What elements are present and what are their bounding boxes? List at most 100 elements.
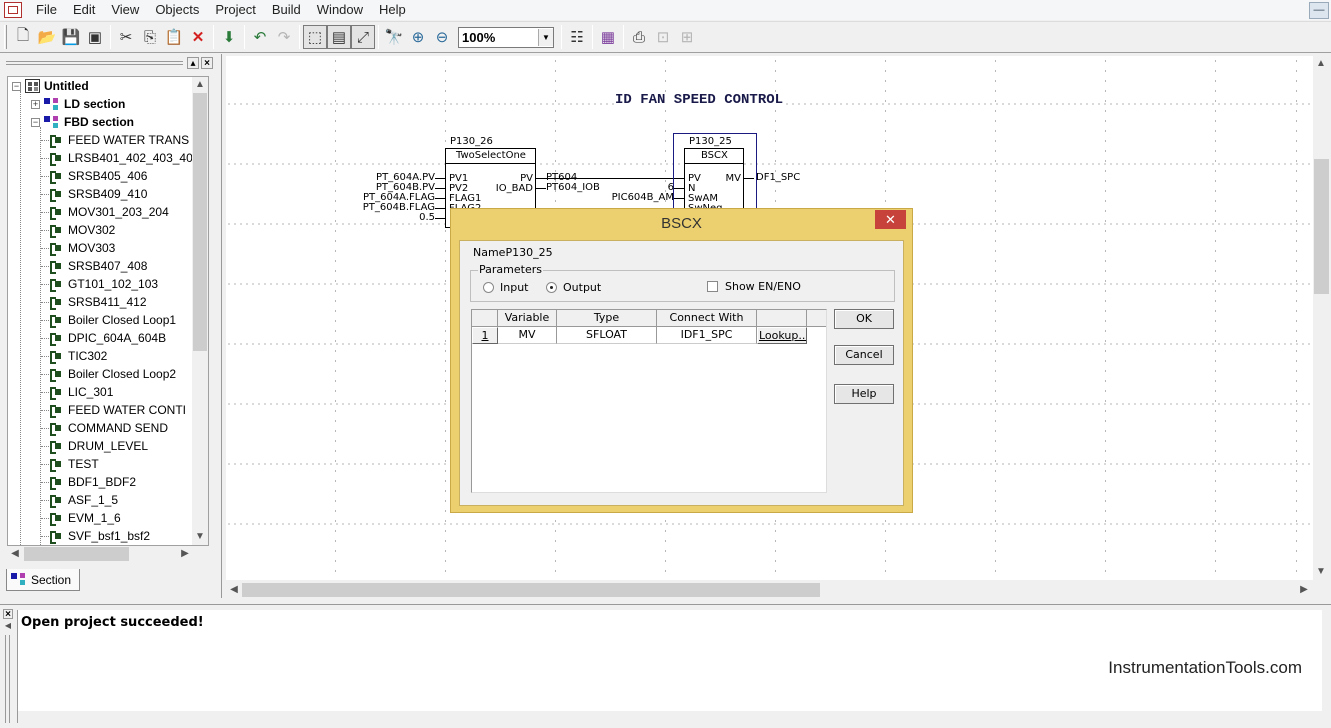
panel-grip[interactable]: [5, 635, 10, 723]
radio-output[interactable]: Output: [546, 281, 601, 294]
menu-build[interactable]: Build: [264, 0, 309, 20]
ok-button[interactable]: OK: [834, 309, 894, 329]
zoom-fit-button[interactable]: ⤢: [351, 25, 375, 49]
tree-item[interactable]: TEST: [8, 455, 208, 473]
scroll-left-icon[interactable]: ◀: [226, 582, 242, 598]
checkbox-box[interactable]: [707, 281, 718, 292]
cell-connect-with[interactable]: IDF1_SPC: [657, 327, 757, 344]
tree-vertical-scrollbar[interactable]: ▲ ▼: [192, 77, 208, 545]
scrollbar-thumb[interactable]: [193, 93, 207, 351]
connect-button[interactable]: ⎙: [627, 25, 651, 49]
cell-variable[interactable]: MV: [498, 327, 557, 344]
radio-circle[interactable]: [483, 282, 494, 293]
panel-close-button[interactable]: ×: [201, 57, 213, 69]
dialog-close-button[interactable]: ✕: [875, 210, 906, 229]
tab-section[interactable]: Section: [6, 569, 80, 591]
canvas-vertical-scrollbar[interactable]: ▲ ▼: [1313, 56, 1330, 580]
undo-button[interactable]: ↶: [248, 25, 272, 49]
tree-item[interactable]: DRUM_LEVEL: [8, 437, 208, 455]
tree-item[interactable]: LIC_301: [8, 383, 208, 401]
column-header[interactable]: Variable: [498, 310, 557, 327]
tree-item[interactable]: SVF_bsf1_bsf2: [8, 527, 208, 545]
calendar-button[interactable]: ▦: [596, 25, 620, 49]
tree-item[interactable]: MOV301_203_204: [8, 203, 208, 221]
menu-window[interactable]: Window: [309, 0, 371, 20]
lookup-button[interactable]: Lookup...: [757, 327, 807, 344]
scrollbar-thumb[interactable]: [24, 547, 129, 561]
panel-maximize-button[interactable]: ▴: [187, 57, 199, 69]
collapse-icon[interactable]: −: [12, 81, 21, 91]
row-number-button[interactable]: 1: [472, 327, 498, 344]
menu-objects[interactable]: Objects: [147, 0, 207, 20]
tree-item[interactable]: LRSB401_402_403_40: [8, 149, 208, 167]
scroll-down-icon[interactable]: ▼: [1313, 564, 1329, 580]
open-button[interactable]: 📂: [35, 25, 59, 49]
tree-item[interactable]: FEED WATER TRANS: [8, 131, 208, 149]
download-button[interactable]: ⬇: [217, 25, 241, 49]
tree-item[interactable]: BDF1_BDF2: [8, 473, 208, 491]
tree-item[interactable]: MOV302: [8, 221, 208, 239]
select-button[interactable]: ⬚: [303, 25, 327, 49]
tree-item[interactable]: SRSB407_408: [8, 257, 208, 275]
find-button[interactable]: 🔭: [382, 25, 406, 49]
tree-item[interactable]: SRSB411_412: [8, 293, 208, 311]
show-en-eno-checkbox[interactable]: Show EN/ENO: [707, 280, 801, 293]
scroll-left-icon[interactable]: ◀: [7, 546, 23, 562]
scroll-up-icon[interactable]: ▲: [192, 77, 208, 93]
tree-item[interactable]: COMMAND SEND: [8, 419, 208, 437]
tree-item[interactable]: MOV303: [8, 239, 208, 257]
help-button[interactable]: Help: [834, 384, 894, 404]
column-header[interactable]: Type: [557, 310, 657, 327]
output-collapse-button[interactable]: ◀: [3, 621, 13, 633]
scroll-down-icon[interactable]: ▼: [192, 529, 208, 545]
radio-input[interactable]: Input: [483, 281, 528, 294]
tree-item[interactable]: ASF_1_5: [8, 491, 208, 509]
cut-button[interactable]: ✂: [114, 25, 138, 49]
cancel-button[interactable]: Cancel: [834, 345, 894, 365]
tree-section-ld[interactable]: + LD section: [8, 95, 208, 113]
tree-item[interactable]: EVM_1_6: [8, 509, 208, 527]
canvas-horizontal-scrollbar[interactable]: ◀ ▶: [226, 580, 1313, 600]
menu-help[interactable]: Help: [371, 0, 414, 20]
tree-item[interactable]: SRSB409_410: [8, 185, 208, 203]
copy-button[interactable]: ⎘: [138, 25, 162, 49]
menu-file[interactable]: File: [28, 0, 65, 20]
tree-item[interactable]: Boiler Closed Loop2: [8, 365, 208, 383]
tree-item[interactable]: SRSB405_406: [8, 167, 208, 185]
save-all-button[interactable]: ▣: [83, 25, 107, 49]
column-header[interactable]: [757, 310, 807, 327]
menu-view[interactable]: View: [103, 0, 147, 20]
tree-item[interactable]: DPIC_604A_604B: [8, 329, 208, 347]
chevron-down-icon[interactable]: ▼: [538, 28, 553, 46]
cell-type[interactable]: SFLOAT: [557, 327, 657, 344]
zoom-out-button[interactable]: ⊖: [430, 25, 454, 49]
output-horizontal-scrollbar[interactable]: [18, 711, 1322, 723]
menu-edit[interactable]: Edit: [65, 0, 103, 20]
collapse-icon[interactable]: −: [31, 117, 40, 127]
new-button[interactable]: 🗋: [11, 25, 35, 49]
layout-button[interactable]: ▤: [327, 25, 351, 49]
tree-root[interactable]: − Untitled: [8, 77, 208, 95]
menu-project[interactable]: Project: [207, 0, 263, 20]
zoom-level-select[interactable]: 100% ▼: [458, 26, 554, 48]
scrollbar-thumb[interactable]: [242, 583, 820, 597]
paste-button[interactable]: 📋: [162, 25, 186, 49]
tree-item[interactable]: TIC302: [8, 347, 208, 365]
scroll-right-icon[interactable]: ▶: [1296, 582, 1312, 598]
redo-button[interactable]: ↷: [272, 25, 296, 49]
minimize-button[interactable]: —: [1309, 2, 1329, 19]
properties-button[interactable]: ☷: [565, 25, 589, 49]
scroll-right-icon[interactable]: ▶: [177, 546, 193, 562]
output-close-button[interactable]: ×: [3, 609, 13, 620]
radio-circle-selected[interactable]: [546, 282, 557, 293]
monitor-button[interactable]: ⊡: [651, 25, 675, 49]
save-button[interactable]: 💾: [59, 25, 83, 49]
expand-icon[interactable]: +: [31, 99, 40, 109]
column-header[interactable]: Connect With: [657, 310, 757, 327]
panel-grip[interactable]: [6, 61, 183, 65]
toolbar-grip[interactable]: [4, 25, 7, 49]
tree-item[interactable]: FEED WATER CONTI: [8, 401, 208, 419]
tree-section-fbd[interactable]: − FBD section: [8, 113, 208, 131]
chart-button[interactable]: ⊞: [675, 25, 699, 49]
tree-horizontal-scrollbar[interactable]: ◀ ▶: [7, 546, 193, 562]
